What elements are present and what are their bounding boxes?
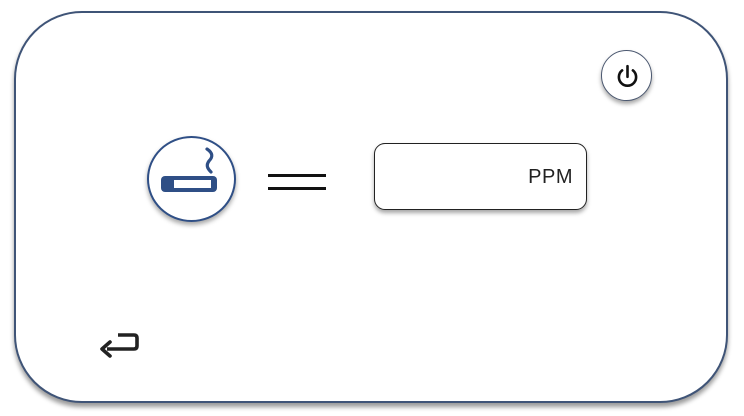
smoking-sensor-badge (147, 136, 236, 222)
power-button[interactable] (601, 50, 652, 101)
ppm-unit-label: PPM (528, 166, 573, 188)
back-button[interactable] (94, 329, 142, 363)
equals-top-bar (268, 174, 326, 177)
equals-icon (268, 174, 326, 192)
equals-bottom-bar (268, 187, 326, 190)
ppm-reading-field: PPM (374, 143, 587, 210)
return-arrow-icon (94, 333, 142, 367)
